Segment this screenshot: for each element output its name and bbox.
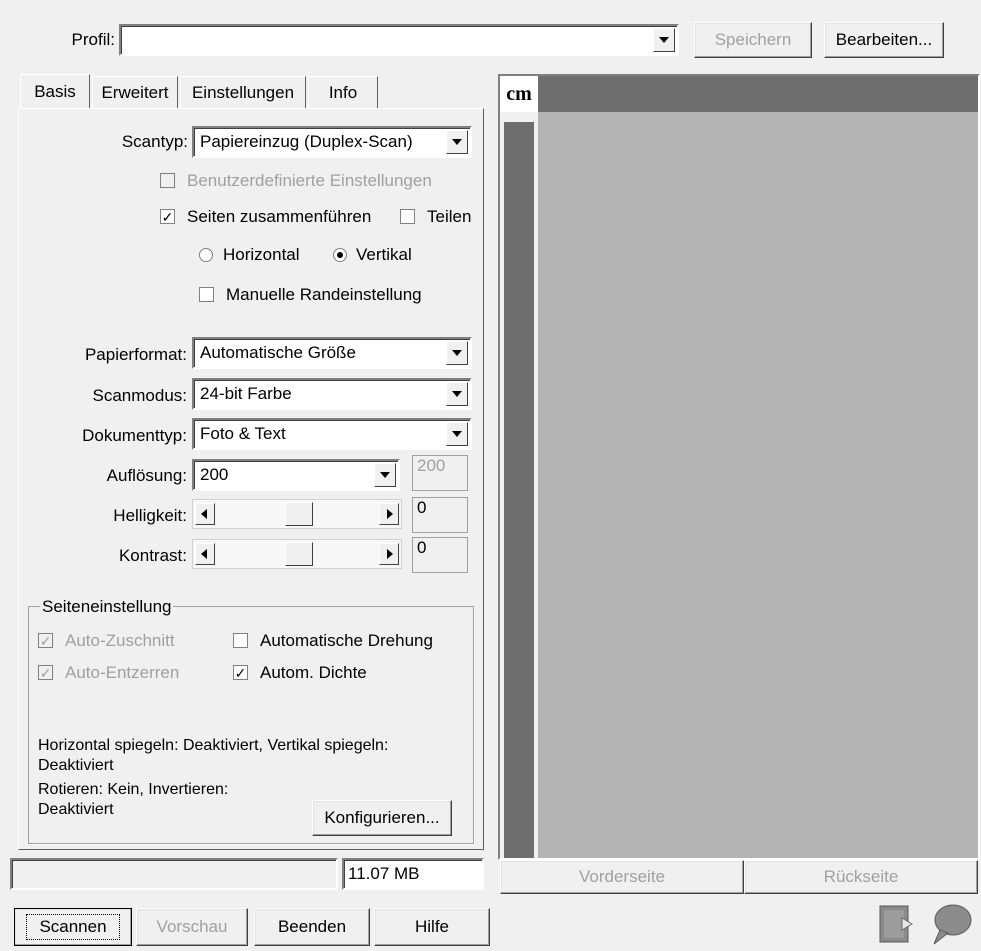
back-side-tab[interactable]: Rückseite	[744, 860, 978, 894]
edit-profile-button[interactable]: Bearbeiten...	[824, 22, 944, 58]
chevron-down-icon[interactable]	[374, 463, 396, 487]
paper-format-label: Papierformat:	[84, 345, 187, 364]
manual-margin-checkbox[interactable]	[199, 287, 214, 302]
tab-basis[interactable]: Basis	[20, 74, 90, 108]
split-checkbox[interactable]	[400, 209, 415, 224]
scantype-select[interactable]: Papiereinzug (Duplex-Scan)	[192, 126, 472, 158]
horizontal-label: Horizontal	[223, 245, 300, 264]
arrow-left-icon[interactable]	[195, 543, 215, 565]
speech-bubble-icon[interactable]	[928, 902, 974, 946]
custom-settings-label: Benutzerdefinierte Einstellungen	[187, 171, 432, 190]
arrow-right-icon[interactable]	[379, 503, 399, 525]
ruler-top	[500, 76, 978, 112]
split-label: Teilen	[427, 207, 472, 226]
chevron-down-icon[interactable]	[446, 382, 468, 406]
ruler-left-bar	[504, 122, 534, 858]
page-settings-info-3: Rotieren: Kein, Invertieren:	[38, 781, 229, 798]
paper-format-select[interactable]: Automatische Größe	[192, 337, 472, 369]
page-settings-info-4: Deaktiviert	[38, 801, 114, 818]
resolution-custom-field[interactable]: 200	[412, 455, 468, 491]
profile-combo[interactable]	[119, 24, 679, 56]
chevron-down-icon[interactable]	[653, 28, 675, 52]
size-field: 11.07 MB	[342, 858, 484, 890]
contrast-value-field[interactable]: 0	[412, 537, 468, 573]
doc-type-select[interactable]: Foto & Text	[192, 418, 472, 450]
doc-type-label: Dokumenttyp:	[82, 426, 187, 445]
scan-mode-select[interactable]: 24-bit Farbe	[192, 378, 472, 410]
resolution-select[interactable]: 200	[192, 459, 400, 491]
auto-rotate-checkbox[interactable]	[233, 633, 248, 648]
auto-rotate-label: Automatische Drehung	[260, 631, 433, 650]
page-settings-info-1: Horizontal spiegeln: Deaktiviert, Vertik…	[38, 737, 389, 754]
tab-info[interactable]: Info	[308, 76, 378, 108]
manual-margin-label: Manuelle Randeinstellung	[226, 285, 422, 304]
resolution-label: Auflösung:	[106, 466, 187, 485]
help-button[interactable]: Hilfe	[374, 908, 490, 946]
auto-deskew-label: Auto-Entzerren	[65, 663, 180, 682]
status-field	[10, 858, 338, 890]
contrast-thumb[interactable]	[285, 542, 313, 566]
vertical-radio[interactable]	[333, 248, 347, 262]
auto-density-checkbox[interactable]: ✓	[233, 665, 248, 680]
configure-button[interactable]: Konfigurieren...	[312, 800, 452, 836]
contrast-slider[interactable]	[192, 539, 402, 569]
auto-crop-label: Auto-Zuschnitt	[65, 631, 175, 650]
arrow-left-icon[interactable]	[195, 503, 215, 525]
tab-erweitert[interactable]: Erweitert	[92, 76, 178, 108]
merge-pages-label: Seiten zusammenführen	[187, 207, 372, 226]
document-arrow-icon[interactable]	[878, 904, 922, 944]
chevron-down-icon[interactable]	[446, 422, 468, 446]
page-settings-info-2: Deaktiviert	[38, 757, 114, 774]
chevron-down-icon[interactable]	[446, 341, 468, 365]
preview-canvas[interactable]	[538, 112, 978, 858]
scantype-label: Scantyp:	[121, 132, 188, 151]
brightness-label: Helligkeit:	[113, 506, 187, 525]
brightness-thumb[interactable]	[285, 502, 313, 526]
profile-label: Profil:	[71, 30, 115, 49]
auto-density-label: Autom. Dichte	[260, 663, 367, 682]
ruler-unit: cm	[500, 76, 538, 112]
contrast-label: Kontrast:	[118, 546, 187, 565]
auto-deskew-checkbox[interactable]: ✓	[38, 665, 53, 680]
arrow-right-icon[interactable]	[379, 543, 399, 565]
scan-mode-label: Scanmodus:	[92, 386, 188, 405]
tab-einstellungen[interactable]: Einstellungen	[180, 76, 306, 108]
brightness-value-field[interactable]: 0	[412, 497, 468, 533]
exit-button[interactable]: Beenden	[254, 908, 370, 946]
save-profile-button[interactable]: Speichern	[694, 22, 812, 58]
merge-pages-checkbox[interactable]: ✓	[160, 209, 175, 224]
front-side-tab[interactable]: Vorderseite	[500, 860, 744, 894]
preview-button[interactable]: Vorschau	[136, 908, 248, 946]
custom-settings-checkbox[interactable]	[160, 173, 175, 188]
page-settings-title: Seiteneinstellung	[40, 597, 174, 617]
auto-crop-checkbox[interactable]: ✓	[38, 633, 53, 648]
scan-button[interactable]: Scannen	[14, 908, 132, 946]
brightness-slider[interactable]	[192, 499, 402, 529]
vertical-label: Vertikal	[356, 245, 412, 264]
chevron-down-icon[interactable]	[446, 130, 468, 154]
horizontal-radio[interactable]	[199, 248, 213, 262]
